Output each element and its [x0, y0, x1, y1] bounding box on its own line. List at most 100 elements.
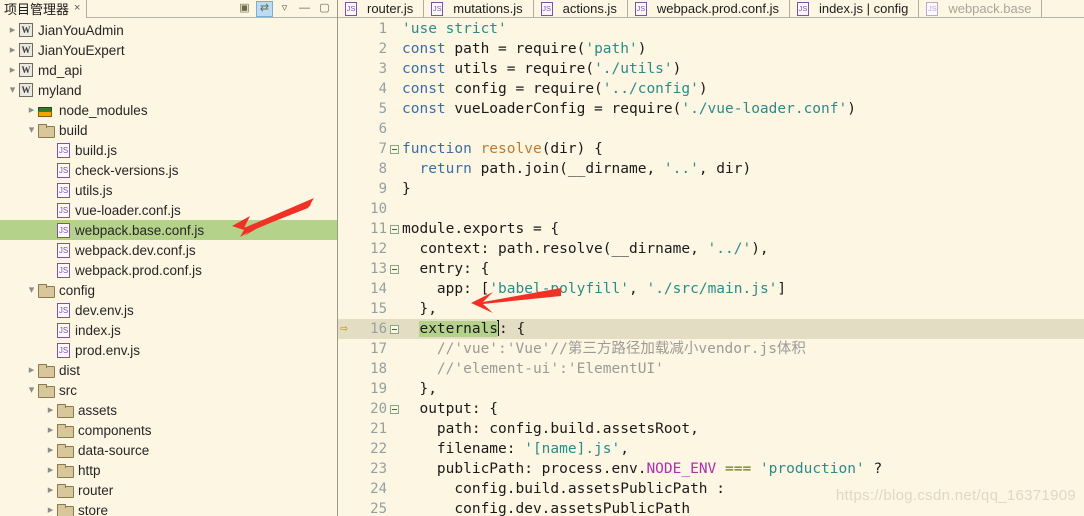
code-line-20[interactable]: 20 output: { — [338, 399, 1084, 419]
fold-box-icon[interactable] — [389, 224, 399, 234]
code-line-23[interactable]: 23 publicPath: process.env.NODE_ENV === … — [338, 459, 1084, 479]
code-line-7[interactable]: 7 function resolve(dir) { — [338, 139, 1084, 159]
code-fold-toggle-icon[interactable] — [388, 404, 400, 414]
tree-item-myland[interactable]: Wmyland — [0, 80, 337, 100]
code-line-14[interactable]: 14 app: ['babel-polyfill', './src/main.j… — [338, 279, 1084, 299]
editor-tab-webpack-prod-conf-js[interactable]: JS webpack.prod.conf.js — [627, 0, 790, 17]
fold-box-icon[interactable] — [389, 264, 399, 274]
editor-tab-webpack-base[interactable]: JS webpack.base — [919, 0, 1043, 17]
code-line-4[interactable]: 4 const config = require('../config') — [338, 79, 1084, 99]
tree-item-webpack-prod-conf-js[interactable]: JS webpack.prod.conf.js — [0, 260, 337, 280]
tree-item-prod-env-js[interactable]: JS prod.env.js — [0, 340, 337, 360]
chevron-down-icon[interactable] — [25, 285, 38, 296]
tree-item-assets[interactable]: assets — [0, 400, 337, 420]
editor-tabbar[interactable]: JS router.js JS mutations.js JS actions.js JS w… — [338, 0, 1084, 18]
tree-item-vue-loader-conf-js[interactable]: JS vue-loader.conf.js — [0, 200, 337, 220]
tree-item-webpack-dev-conf-js[interactable]: JS webpack.dev.conf.js — [0, 240, 337, 260]
tree-item-check-versions-js[interactable]: JS check-versions.js — [0, 160, 337, 180]
code-editor[interactable]: 1 'use strict' 2 const path = require('path… — [338, 19, 1084, 516]
chevron-right-icon[interactable] — [44, 445, 57, 456]
chevron-right-icon[interactable] — [6, 45, 19, 56]
maximize-icon[interactable]: ▢ — [316, 1, 333, 17]
code-line-21[interactable]: 21 path: config.build.assetsRoot, — [338, 419, 1084, 439]
chevron-right-icon[interactable] — [44, 425, 57, 436]
chevron-right-icon[interactable] — [25, 365, 38, 376]
chevron-right-icon[interactable] — [44, 465, 57, 476]
tree-item-dist[interactable]: dist — [0, 360, 337, 380]
tree-item-router[interactable]: router — [0, 480, 337, 500]
project-tree[interactable]: WJianYouAdminWJianYouExpertWmd_apiWmylan… — [0, 18, 337, 516]
close-icon[interactable]: × — [74, 3, 80, 14]
code-line-17[interactable]: 17 //'vue':'Vue'//第三方路径加载减小vendor.js体积 — [338, 339, 1084, 359]
code-token: ) — [637, 41, 647, 57]
code-token: 'production' — [759, 461, 865, 477]
chevron-right-icon[interactable] — [25, 105, 38, 116]
code-line-8[interactable]: 8 return path.join(__dirname, '..', dir) — [338, 159, 1084, 179]
code-line-11[interactable]: 11 module.exports = { — [338, 219, 1084, 239]
chevron-right-icon[interactable] — [6, 65, 19, 76]
line-number-13: 13 — [338, 259, 388, 279]
code-fold-toggle-icon[interactable] — [388, 264, 400, 274]
code-line-2[interactable]: 2 const path = require('path') — [338, 39, 1084, 59]
code-line-6[interactable]: 6 — [338, 119, 1084, 139]
code-line-1[interactable]: 1 'use strict' — [338, 19, 1084, 39]
code-token: entry: { — [402, 261, 490, 277]
editor-tab-actions-js[interactable]: JS actions.js — [533, 0, 628, 17]
code-line-10[interactable]: 10 — [338, 199, 1084, 219]
chevron-down-icon[interactable] — [6, 85, 19, 96]
tree-item-config[interactable]: config — [0, 280, 337, 300]
line-number-label: 15 — [370, 301, 387, 317]
code-line-5[interactable]: 5 const vueLoaderConfig = require('./vue-… — [338, 99, 1084, 119]
tree-item-store[interactable]: store — [0, 500, 337, 516]
tree-item-index-js[interactable]: JS index.js — [0, 320, 337, 340]
code-fold-toggle-icon[interactable] — [388, 224, 400, 234]
code-line-text: config.dev.assetsPublicPath — [400, 499, 690, 516]
tree-item-dev-env-js[interactable]: JS dev.env.js — [0, 300, 337, 320]
tree-item-node-modules[interactable]: node_modules — [0, 100, 337, 120]
code-fold-toggle-icon[interactable] — [388, 144, 400, 154]
editor-tab-mutations-js[interactable]: JS mutations.js — [424, 0, 534, 17]
tree-item-data-source[interactable]: data-source — [0, 440, 337, 460]
chevron-right-icon[interactable] — [44, 505, 57, 516]
fold-box-icon[interactable] — [389, 144, 399, 154]
tab-project-explorer[interactable]: 项目管理器 × — [0, 0, 88, 18]
code-line-12[interactable]: 12 context: path.resolve(__dirname, '../… — [338, 239, 1084, 259]
tree-item-build-js[interactable]: JS build.js — [0, 140, 337, 160]
code-line-9[interactable]: 9} — [338, 179, 1084, 199]
code-token: , — [629, 281, 647, 297]
view-menu-icon[interactable]: ▿ — [276, 1, 293, 17]
tree-item-label: webpack.prod.conf.js — [75, 262, 202, 278]
tree-item-jianyouadmin[interactable]: W JianYouAdmin — [0, 20, 337, 40]
tree-item-jianyouexpert[interactable]: W JianYouExpert — [0, 40, 337, 60]
line-number-20: 20 — [338, 399, 388, 419]
editor-tab-router-js[interactable]: JS router.js — [338, 0, 425, 17]
code-line-13[interactable]: 13 entry: { — [338, 259, 1084, 279]
collapse-all-icon[interactable]: ⇄ — [256, 0, 273, 17]
fold-box-icon[interactable] — [389, 404, 399, 414]
tree-item-webpack-base-conf-js[interactable]: JS webpack.base.conf.js — [0, 220, 337, 240]
tree-item-components[interactable]: components — [0, 420, 337, 440]
chevron-down-icon[interactable] — [25, 385, 38, 396]
tree-item-build[interactable]: build — [0, 120, 337, 140]
tree-item-src[interactable]: src — [0, 380, 337, 400]
tree-item-md-api[interactable]: Wmd_api — [0, 60, 337, 80]
tree-item-utils-js[interactable]: JS utils.js — [0, 180, 337, 200]
fold-box-icon[interactable] — [389, 324, 399, 334]
chevron-right-icon[interactable] — [6, 25, 19, 36]
chevron-right-icon[interactable] — [44, 405, 57, 416]
code-fold-toggle-icon[interactable] — [388, 324, 400, 334]
code-line-3[interactable]: 3 const utils = require('./utils') — [338, 59, 1084, 79]
line-number-22: 22 — [338, 439, 388, 459]
editor-tab-index-js-config[interactable]: JS index.js | config — [789, 0, 920, 17]
link-with-editor-icon[interactable]: ▣ — [236, 1, 253, 17]
chevron-down-icon[interactable] — [25, 125, 38, 136]
code-line-18[interactable]: 18 //'element-ui':'ElementUI' — [338, 359, 1084, 379]
line-number-1: 1 — [338, 19, 388, 39]
code-line-16[interactable]: ⇨ 16 externals: { — [338, 319, 1084, 339]
code-line-22[interactable]: 22 filename: '[name].js', — [338, 439, 1084, 459]
chevron-right-icon[interactable] — [44, 485, 57, 496]
code-line-19[interactable]: 19 }, — [338, 379, 1084, 399]
tree-item-http[interactable]: http — [0, 460, 337, 480]
minimize-icon[interactable]: — — [296, 1, 313, 17]
code-line-15[interactable]: 15 }, — [338, 299, 1084, 319]
